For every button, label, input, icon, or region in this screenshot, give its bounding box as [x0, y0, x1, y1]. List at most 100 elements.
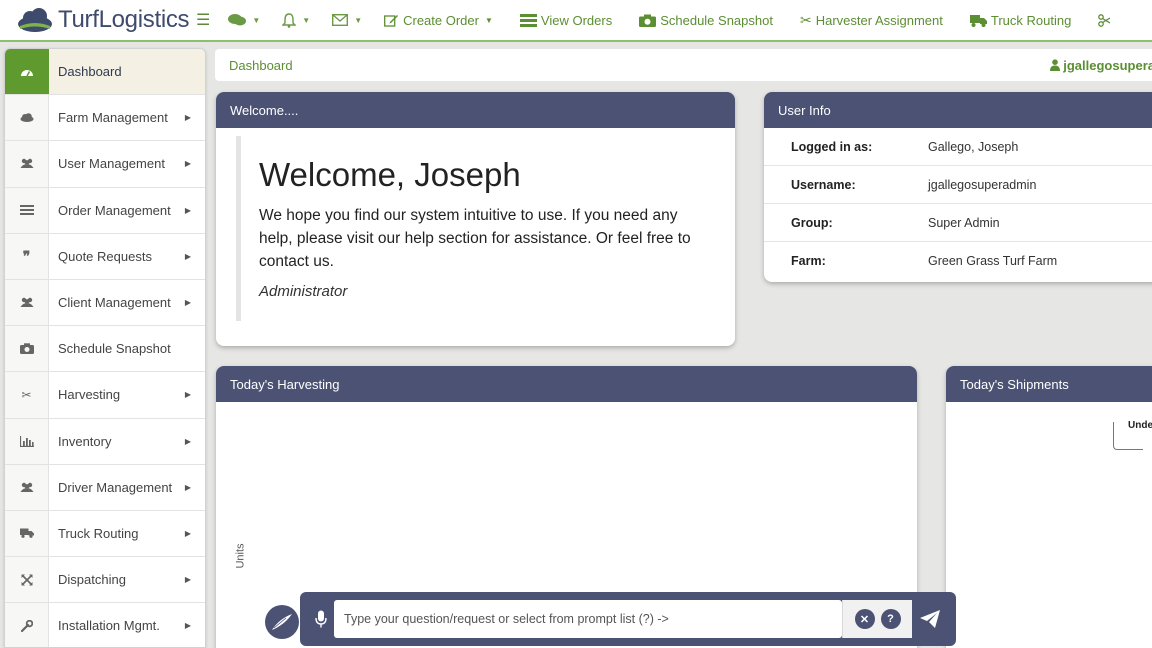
sidebar-item-schedule-snapshot[interactable]: Schedule Snapshot: [5, 326, 205, 373]
cloud-logo-icon: [16, 7, 54, 33]
sidebar-item-truck-routing[interactable]: Truck Routing ▶: [5, 510, 205, 558]
send-icon: [920, 610, 940, 628]
sidebar: Dashboard Farm Management ▶ User Manageme…: [4, 48, 206, 648]
list-icon: [5, 187, 49, 233]
users-icon: [5, 279, 49, 326]
sidebar-item-user-management[interactable]: User Management ▶: [5, 141, 205, 188]
sidebar-item-label: Inventory: [58, 433, 112, 449]
panel-title: User Info: [764, 92, 1152, 128]
sidebar-item-label: Order Management: [58, 202, 171, 218]
nav-schedule-snapshot[interactable]: Schedule Snapshot: [639, 13, 773, 28]
user-icon: [1050, 59, 1061, 71]
menu-toggle-icon[interactable]: ☰: [196, 10, 210, 30]
scissors-icon: [1098, 13, 1111, 27]
sidebar-item-label: Dashboard: [58, 64, 122, 80]
microphone-button[interactable]: [308, 610, 334, 628]
send-button[interactable]: [912, 610, 948, 628]
user-info-panel: User Info Logged in as: Gallego, Joseph …: [764, 92, 1152, 282]
sidebar-item-inventory[interactable]: Inventory ▶: [5, 418, 205, 465]
camera-icon: [639, 14, 657, 27]
microphone-icon: [315, 610, 327, 628]
mail-dropdown[interactable]: ▼: [332, 14, 362, 26]
nav-more-icon[interactable]: [1098, 13, 1111, 27]
user-info-row: Username: jgallegosuperadmin: [764, 166, 1152, 204]
truck-icon: [969, 14, 987, 27]
nav-schedule-snapshot-label: Schedule Snapshot: [660, 12, 773, 28]
messages-dropdown[interactable]: ▼: [228, 13, 260, 27]
app-name: TurfLogistics: [58, 6, 190, 33]
nav-create-order-label: Create Order: [403, 12, 479, 28]
chevron-right-icon: ▶: [184, 436, 191, 446]
sidebar-item-installation-mgmt[interactable]: Installation Mgmt. ▶: [5, 603, 205, 647]
user-info-value: Super Admin: [928, 215, 1000, 230]
users-icon: [5, 464, 49, 510]
welcome-message: We hope you find our system intuitive to…: [259, 207, 691, 270]
app-logo[interactable]: TurfLogistics: [0, 6, 196, 34]
nav-harvester-assignment[interactable]: ✂ Harvester Assignment: [800, 12, 943, 29]
truck-icon: [5, 510, 49, 557]
chart-y-axis-label: Units: [234, 543, 247, 569]
chevron-right-icon: ▶: [184, 298, 191, 308]
bell-icon: [282, 12, 297, 28]
panel-title: Today's Harvesting: [216, 366, 917, 402]
clear-button[interactable]: ✕: [854, 609, 875, 629]
notifications-dropdown[interactable]: ▼: [282, 12, 311, 28]
sidebar-item-label: Client Management: [58, 295, 171, 311]
chevron-down-icon: ▼: [252, 15, 261, 25]
breadcrumb-current[interactable]: Dashboard: [229, 58, 293, 73]
sidebar-item-harvesting[interactable]: ✂ Harvesting ▶: [5, 372, 205, 419]
sidebar-item-label: Harvesting: [58, 387, 121, 403]
nav-create-order[interactable]: Create Order ▼: [384, 13, 493, 28]
user-info-key: Username:: [791, 177, 856, 192]
users-icon: [5, 141, 49, 187]
welcome-signature: Administrator: [259, 283, 348, 300]
sidebar-item-quote-requests[interactable]: ❞ Quote Requests ▶: [5, 233, 205, 280]
sidebar-item-label: User Management: [58, 156, 165, 172]
sidebar-item-farm-management[interactable]: Farm Management ▶: [5, 95, 205, 142]
chevron-right-icon: ▶: [184, 621, 191, 631]
sidebar-item-label: Truck Routing: [58, 525, 139, 541]
nav-view-orders-label: View Orders: [540, 12, 613, 28]
breadcrumb: Dashboard jgallegosupera: [215, 49, 1152, 81]
user-menu[interactable]: jgallegosupera: [1050, 58, 1152, 73]
shipments-panel: Today's Shipments Unde: [946, 366, 1152, 648]
assistant-prompt-input[interactable]: [334, 600, 842, 638]
chevron-right-icon: ▶: [184, 390, 191, 400]
chevron-right-icon: ▶: [184, 113, 191, 123]
user-info-key: Group:: [791, 215, 833, 230]
chevron-right-icon: ▶: [184, 575, 191, 585]
assistant-chat-bar: ✕ ?: [300, 592, 956, 646]
chevron-right-icon: ▶: [184, 205, 191, 215]
user-info-value: Gallego, Joseph: [928, 139, 1019, 154]
sidebar-item-label: Quote Requests: [58, 248, 152, 264]
user-info-row: Logged in as: Gallego, Joseph: [764, 128, 1152, 166]
user-info-row: Group: Super Admin: [764, 204, 1152, 242]
sidebar-item-dashboard[interactable]: Dashboard: [5, 49, 205, 96]
prompt-list-help-button[interactable]: ?: [880, 609, 901, 629]
nav-truck-routing[interactable]: Truck Routing: [969, 13, 1071, 28]
scissors-icon: ✂: [799, 11, 812, 28]
list-icon: [519, 13, 537, 27]
welcome-heading: Welcome, Joseph: [259, 156, 521, 193]
sidebar-item-client-management[interactable]: Client Management ▶: [5, 279, 205, 327]
chevron-right-icon: ▶: [184, 482, 191, 492]
nav-view-orders[interactable]: View Orders: [519, 12, 613, 28]
chat-icon: [228, 14, 247, 26]
quote-icon: ❞: [5, 233, 49, 279]
sidebar-item-label: Driver Management: [58, 479, 173, 495]
user-info-value: jgallegosuperadmin: [928, 177, 1037, 192]
edit-icon: [384, 14, 399, 27]
chart-legend-label: Unde: [1128, 420, 1152, 431]
panel-title: Today's Shipments: [946, 366, 1152, 402]
chevron-down-icon: ▼: [354, 15, 363, 25]
camera-icon: [5, 326, 49, 372]
user-info-key: Farm:: [791, 254, 826, 268]
sidebar-item-driver-management[interactable]: Driver Management ▶: [5, 464, 205, 511]
chevron-down-icon: ▼: [302, 15, 311, 25]
sidebar-item-dispatching[interactable]: Dispatching ▶: [5, 557, 205, 604]
assistant-avatar[interactable]: [265, 605, 299, 639]
chevron-down-icon: ▼: [484, 15, 493, 25]
sidebar-item-order-management[interactable]: Order Management ▶: [5, 187, 205, 234]
welcome-panel: Welcome.... Welcome, Joseph We hope you …: [216, 92, 735, 346]
chevron-right-icon: ▶: [184, 159, 191, 169]
